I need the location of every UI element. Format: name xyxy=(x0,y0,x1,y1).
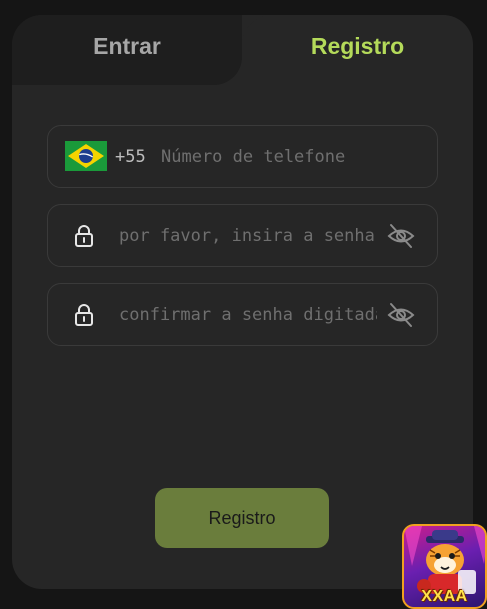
password-field xyxy=(47,204,438,267)
register-card: Entrar Registro +55 Número de telefone p… xyxy=(12,15,473,589)
badge-label: XXAA xyxy=(421,588,468,605)
confirm-password-field xyxy=(47,283,438,346)
app-badge[interactable]: XXAA xyxy=(402,524,487,609)
confirm-password-input[interactable] xyxy=(119,284,377,345)
phone-field: +55 xyxy=(47,125,438,188)
password-input[interactable] xyxy=(119,205,377,266)
register-form: +55 xyxy=(47,125,438,362)
tab-bar: Entrar Registro xyxy=(12,15,473,99)
eye-off-icon[interactable] xyxy=(387,302,415,328)
lock-icon xyxy=(75,225,93,247)
tab-registro[interactable]: Registro xyxy=(242,15,473,85)
country-code[interactable]: +55 xyxy=(115,126,146,187)
tab-entrar[interactable]: Entrar xyxy=(12,15,242,85)
brazil-flag-icon xyxy=(65,141,107,171)
phone-input[interactable] xyxy=(161,126,421,187)
eye-off-icon[interactable] xyxy=(387,223,415,249)
register-button[interactable]: Registro xyxy=(155,488,329,548)
lock-icon xyxy=(75,304,93,326)
